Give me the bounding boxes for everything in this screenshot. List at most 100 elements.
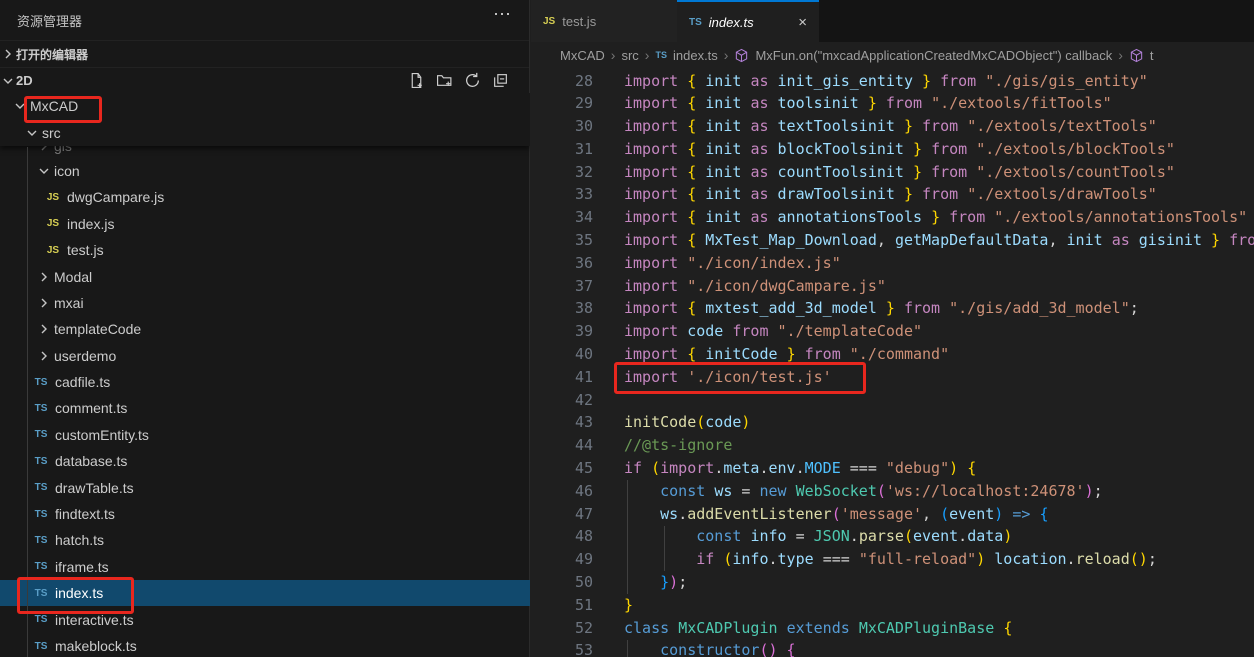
code-line[interactable]: const info = JSON.parse(event.data) (624, 525, 1254, 548)
js-file-icon: JS (45, 218, 61, 229)
tree-item-label: mxai (54, 295, 84, 311)
tree-item-test-js[interactable]: JStest.js (0, 237, 530, 263)
tree-item-iframe-ts[interactable]: TSiframe.ts (0, 554, 530, 580)
tree-item-customEntity-ts[interactable]: TScustomEntity.ts (0, 422, 530, 448)
tree-item-makeblock-ts[interactable]: TSmakeblock.ts (0, 633, 530, 657)
breadcrumb-item[interactable]: src (621, 48, 638, 63)
code-line[interactable]: import { init as init_gis_entity } from … (624, 70, 1254, 93)
line-number: 46 (531, 480, 593, 503)
tree-item-Modal[interactable]: Modal (0, 263, 530, 289)
tree-item-label: gis (54, 146, 72, 154)
code-line[interactable]: if (import.meta.env.MODE === "debug") { (624, 457, 1254, 480)
line-number: 53 (531, 639, 593, 657)
tree-item-mxai[interactable]: mxai (0, 290, 530, 316)
code-line[interactable]: import { initCode } from "./command" (624, 343, 1254, 366)
line-number: 29 (531, 92, 593, 115)
tab-test-js[interactable]: JStest.js (531, 0, 677, 42)
chevron-down-icon[interactable] (24, 125, 40, 141)
code-line[interactable]: import './icon/test.js' (624, 366, 1254, 389)
code-line[interactable]: import "./icon/index.js" (624, 252, 1254, 275)
line-number: 49 (531, 548, 593, 571)
more-actions-icon[interactable]: ⋯ (493, 4, 513, 25)
tree-item-index-js[interactable]: JS index.js (0, 211, 530, 237)
workspace-section-header[interactable]: 2D (0, 67, 529, 93)
tree-item-index-ts[interactable]: TSindex.ts (0, 580, 530, 606)
code-line[interactable]: import { init as blockToolsinit } from "… (624, 138, 1254, 161)
breadcrumb-item[interactable]: MxFun.on("mxcadApplicationCreatedMxCADOb… (755, 48, 1112, 63)
breadcrumb-item[interactable]: index.ts (673, 48, 718, 63)
chevron-right-icon[interactable] (36, 146, 52, 154)
breadcrumb-item[interactable]: t (1150, 48, 1154, 63)
breadcrumb-item[interactable]: MxCAD (560, 48, 605, 63)
tree-item-label: index.js (67, 216, 114, 232)
tree-item-templateCode[interactable]: templateCode (0, 316, 530, 342)
line-number: 44 (531, 434, 593, 457)
ts-file-icon: TS (33, 403, 49, 414)
chevron-right-icon[interactable] (36, 348, 52, 364)
ts-file-icon: TS (689, 17, 702, 28)
line-number: 50 (531, 571, 593, 594)
close-icon[interactable]: × (798, 15, 807, 30)
tree-item-hatch-ts[interactable]: TS hatch.ts (0, 527, 530, 553)
ts-file-icon: TS (33, 535, 49, 546)
tab-index-ts[interactable]: TSindex.ts× (677, 0, 819, 42)
collapse-all-icon[interactable] (492, 72, 509, 89)
chevron-right-icon[interactable] (36, 269, 52, 285)
chevron-right-icon[interactable] (36, 321, 52, 337)
new-folder-icon[interactable] (436, 72, 453, 89)
tree-item-src[interactable]: src (0, 119, 530, 145)
tree-item-drawTable-ts[interactable]: TSdrawTable.ts (0, 474, 530, 500)
tree-item-interactive-ts[interactable]: TSinteractive.ts (0, 606, 530, 632)
code-line[interactable]: }); (624, 571, 1254, 594)
code-line[interactable]: import { mxtest_add_3d_model } from "./g… (624, 297, 1254, 320)
js-file-icon: JS (45, 245, 61, 256)
code-line[interactable]: import { init as textToolsinit } from ".… (624, 115, 1254, 138)
tree-item-label: hatch.ts (55, 532, 104, 548)
tree-item-findtext-ts[interactable]: TSfindtext.ts (0, 501, 530, 527)
code-line[interactable]: ws.addEventListener('message', (event) =… (624, 503, 1254, 526)
line-number: 36 (531, 252, 593, 275)
tree-item-comment-ts[interactable]: TScomment.ts (0, 395, 530, 421)
tree-item-cadfile-ts[interactable]: TScadfile.ts (0, 369, 530, 395)
chevron-right-icon[interactable] (36, 295, 52, 311)
open-editors-section[interactable]: 打开的编辑器 (0, 40, 529, 67)
code-line[interactable]: //@ts-ignore (624, 434, 1254, 457)
line-number: 42 (531, 389, 593, 412)
open-editors-label: 打开的编辑器 (16, 46, 88, 63)
code-editor[interactable]: 2829303132333435363738394041424344454647… (531, 68, 1254, 657)
tree-item-label: Modal (54, 269, 92, 285)
ts-file-icon: TS (33, 641, 49, 652)
code-line[interactable]: import { init as drawToolsinit } from ".… (624, 183, 1254, 206)
code-line[interactable]: constructor() { (624, 639, 1254, 657)
code-line[interactable]: } (624, 594, 1254, 617)
code-line[interactable]: class MxCADPlugin extends MxCADPluginBas… (624, 617, 1254, 640)
code-line[interactable] (624, 389, 1254, 412)
tree-item-gis[interactable]: gis (0, 146, 530, 158)
code-line[interactable]: if (info.type === "full-reload") locatio… (624, 548, 1254, 571)
tree-item-database-ts[interactable]: TSdatabase.ts (0, 448, 530, 474)
tree-item-dwgCampare-js[interactable]: JSdwgCampare.js (0, 184, 530, 210)
tree-item-icon[interactable]: icon (0, 158, 530, 184)
code-line[interactable]: import { MxTest_Map_Download, getMapDefa… (624, 229, 1254, 252)
editor-group: JStest.jsTSindex.ts× MxCAD›src›TSindex.t… (531, 0, 1254, 657)
chevron-down-icon[interactable] (36, 163, 52, 179)
chevron-down-icon[interactable] (12, 98, 28, 114)
line-number-gutter: 2829303132333435363738394041424344454647… (531, 70, 593, 657)
code-line[interactable]: initCode(code) (624, 411, 1254, 434)
code-line[interactable]: import { init as toolsinit } from "./ext… (624, 92, 1254, 115)
code-line[interactable]: import code from "./templateCode" (624, 320, 1254, 343)
refresh-icon[interactable] (464, 72, 481, 89)
tab-label: test.js (562, 14, 596, 29)
breadcrumb-separator-icon: › (611, 47, 616, 63)
tree-item-userdemo[interactable]: userdemo (0, 343, 530, 369)
breadcrumb-separator-icon: › (645, 47, 650, 63)
code-line[interactable]: const ws = new WebSocket('ws://localhost… (624, 480, 1254, 503)
code-line[interactable]: import { init as annotationsTools } from… (624, 206, 1254, 229)
ts-file-icon: TS (33, 588, 49, 599)
code-line[interactable]: import { init as countToolsinit } from "… (624, 161, 1254, 184)
tree-item-MxCAD[interactable]: MxCAD (0, 93, 530, 119)
code-line[interactable]: import "./icon/dwgCampare.js" (624, 275, 1254, 298)
line-number: 45 (531, 457, 593, 480)
line-number: 40 (531, 343, 593, 366)
new-file-icon[interactable] (408, 72, 425, 89)
